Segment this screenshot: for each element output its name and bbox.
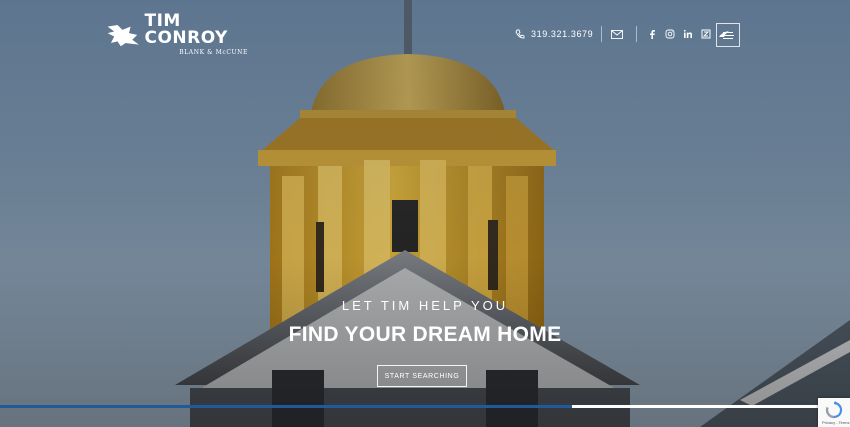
recaptcha-badge[interactable]: Privacy - Terms	[818, 398, 850, 427]
image-overlay	[0, 0, 850, 427]
slider-progress-fill	[0, 405, 572, 408]
facebook-icon[interactable]	[645, 27, 659, 41]
phone-link[interactable]: 319.321.3679	[515, 29, 593, 39]
phone-icon	[515, 29, 525, 39]
brand-logo[interactable]: TIM CONROY BLANK & McCUNE	[106, 12, 248, 56]
hero-tagline: LET TIM HELP YOU	[341, 298, 509, 313]
linkedin-icon[interactable]	[681, 27, 695, 41]
menu-line	[723, 37, 733, 39]
phone-number: 319.321.3679	[531, 29, 594, 39]
instagram-icon[interactable]	[663, 27, 677, 41]
griffin-icon	[107, 24, 139, 47]
menu-line	[722, 34, 734, 36]
brand-name: TIM CONROY	[144, 10, 228, 48]
nav-divider	[601, 26, 603, 42]
mail-icon[interactable]	[610, 27, 624, 41]
brand-subtitle: BLANK & McCUNE	[179, 48, 248, 56]
recaptcha-label: Privacy - Terms	[822, 420, 850, 425]
nav-divider	[636, 26, 638, 42]
recaptcha-icon	[825, 401, 843, 419]
hero-headline: FIND YOUR DREAM HOME	[288, 323, 562, 346]
hamburger-menu-button[interactable]	[716, 23, 740, 47]
zillow-icon[interactable]	[699, 27, 713, 41]
start-searching-button[interactable]: START SEARCHING	[377, 365, 467, 387]
header-nav: 319.321.3679	[515, 22, 735, 46]
hero-banner: TIM CONROY BLANK & McCUNE 319.321.3679 L…	[0, 0, 850, 427]
slider-progress-bar	[0, 405, 820, 408]
menu-line	[723, 31, 733, 33]
